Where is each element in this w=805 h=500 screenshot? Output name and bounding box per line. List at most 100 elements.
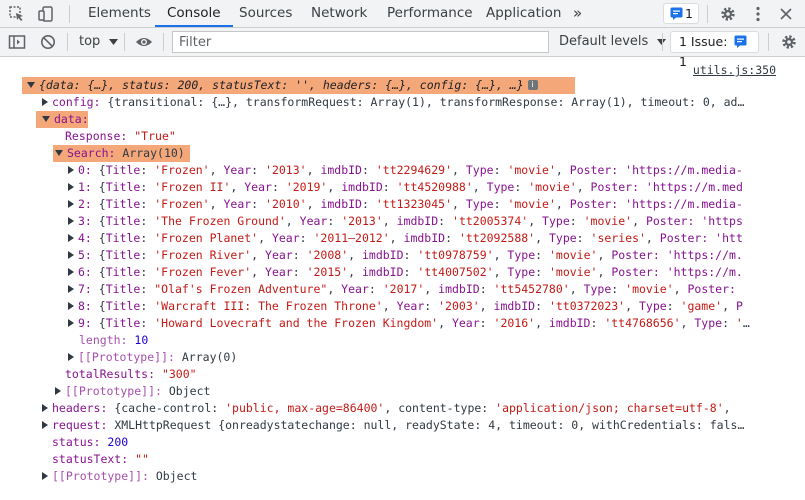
log-summary: {data: {…}, status: 200, statusText: '',… (39, 78, 524, 92)
collapse-triangle-icon[interactable] (68, 352, 74, 361)
collapse-triangle-icon[interactable] (68, 318, 74, 327)
search-item-row[interactable]: 7: {Title: "Olaf's Frozen Adventure", Ye… (0, 281, 805, 298)
item-tail: Poster: 'https://m. (611, 265, 743, 279)
clear-console-icon[interactable] (39, 33, 57, 51)
key-headers: headers: (52, 401, 108, 415)
search-item-row[interactable]: 3: {Title: 'The Frozen Ground', Year: '2… (0, 213, 805, 230)
search-item-row[interactable]: 1: {Title: 'Frozen II', Year: '2019', im… (0, 179, 805, 196)
collapse-triangle-icon[interactable] (68, 216, 74, 225)
issues-badge[interactable]: 1 (663, 3, 699, 24)
value-total-results: "300" (161, 367, 197, 381)
context-selector[interactable]: top (79, 34, 119, 49)
collapse-triangle-icon[interactable] (68, 250, 74, 259)
key-status: status: (52, 435, 101, 449)
collapse-triangle-icon[interactable] (42, 403, 48, 412)
collapse-triangle-icon[interactable] (68, 199, 74, 208)
collapse-triangle-icon[interactable] (68, 284, 74, 293)
expand-triangle-icon[interactable] (55, 149, 63, 156)
item-index: 6: (78, 265, 92, 279)
message-icon (670, 7, 683, 20)
item-imdb: 'tt4520988' (396, 180, 473, 194)
tree-row-request[interactable]: request: XMLHttpRequest {onreadystatecha… (0, 417, 805, 434)
expand-triangle-icon[interactable] (42, 115, 50, 122)
item-title: 'Frozen II' (154, 180, 231, 194)
item-index: 4: (78, 231, 92, 245)
tab-elements[interactable]: Elements (88, 0, 151, 27)
expand-triangle-icon[interactable] (27, 81, 35, 88)
log-summary-row[interactable]: {data: {…}, status: 200, statusText: '',… (0, 77, 805, 94)
tab-separator (69, 5, 70, 23)
collapse-triangle-icon[interactable] (68, 301, 74, 310)
collapse-triangle-icon[interactable] (42, 420, 48, 429)
tree-row-search[interactable]: Search: Array(10) (0, 145, 805, 162)
tab-sources[interactable]: Sources (239, 0, 292, 27)
item-year: '2003' (438, 299, 480, 313)
item-title: 'Frozen' (154, 163, 210, 177)
search-item-row[interactable]: 2: {Title: 'Frozen', Year: '2010', imdbI… (0, 196, 805, 213)
tree-row-prototype-array[interactable]: [[Prototype]]: Array(0) (0, 349, 805, 366)
inspect-element-icon[interactable] (8, 5, 26, 23)
device-toolbar-icon[interactable] (37, 5, 55, 23)
close-icon[interactable] (777, 5, 795, 23)
tree-row-prototype-root[interactable]: [[Prototype]]: Object (0, 468, 805, 485)
item-imdb: 'tt0978759' (417, 248, 494, 262)
collapse-triangle-icon[interactable] (68, 182, 74, 191)
tree-row-data[interactable]: data: (0, 111, 805, 128)
item-type: 'movie' (548, 248, 598, 262)
issues-button[interactable]: 1 Issue: 1 (670, 31, 759, 69)
value-status: 200 (107, 435, 129, 449)
toolbar-separator (662, 33, 663, 51)
key-total-results: totalResults: (65, 367, 156, 381)
search-item-row[interactable]: 0: {Title: 'Frozen', Year: '2013', imdbI… (0, 162, 805, 179)
source-link[interactable]: utils.js:350 (693, 63, 776, 77)
value-request: XMLHttpRequest {onreadystatechange: null… (114, 418, 745, 432)
tree-row-status: status: 200 (0, 434, 805, 451)
collapse-triangle-icon[interactable] (68, 267, 74, 276)
collapse-triangle-icon[interactable] (68, 233, 74, 242)
tree-row-prototype-object[interactable]: [[Prototype]]: Object (0, 383, 805, 400)
value-config: {transitional: {…}, transformRequest: Ar… (107, 95, 745, 109)
search-item-row[interactable]: 4: {Title: 'Frozen Planet', Year: '2011–… (0, 230, 805, 247)
collapse-triangle-icon[interactable] (55, 386, 61, 395)
tree-row-headers[interactable]: headers: {cache-control: 'public, max-ag… (0, 400, 805, 417)
settings-gear-icon[interactable] (719, 5, 737, 23)
tree-row-config[interactable]: config: {transitional: {…}, transformReq… (0, 94, 805, 111)
item-imdb: 'tt5452780' (493, 282, 570, 296)
collapse-triangle-icon[interactable] (68, 165, 74, 174)
search-item-row[interactable]: 8: {Title: 'Warcraft III: The Frozen Thr… (0, 298, 805, 315)
item-title: 'Howard Lovecraft and the Frozen Kingdom… (154, 316, 439, 330)
item-index: 2: (78, 197, 92, 211)
console-settings-gear-icon[interactable] (780, 33, 798, 51)
eye-icon[interactable] (135, 33, 153, 51)
tab-network[interactable]: Network (311, 0, 367, 27)
item-index: 9: (78, 316, 92, 330)
info-icon[interactable]: i (527, 79, 538, 90)
issues-label: 1 Issue: (679, 34, 728, 49)
collapse-triangle-icon[interactable] (42, 471, 48, 480)
context-label: top (79, 34, 101, 49)
more-options-icon[interactable] (749, 5, 767, 23)
toolbar-separator (67, 33, 68, 51)
more-tabs-button[interactable]: » (573, 0, 582, 27)
tab-performance[interactable]: Performance (387, 0, 473, 27)
item-type: 'movie' (583, 214, 633, 228)
value-length: 10 (134, 333, 149, 347)
sidebar-toggle-icon[interactable] (8, 33, 26, 51)
console-output: utils.js:350 {data: {…}, status: 200, st… (0, 57, 805, 500)
collapse-triangle-icon[interactable] (42, 97, 48, 106)
tab-separator (707, 5, 708, 23)
item-title: "Olaf's Frozen Adventure" (154, 282, 328, 296)
item-tail: Poster: 'https (645, 214, 743, 228)
tab-console[interactable]: Console (155, 0, 233, 27)
search-item-row[interactable]: 9: {Title: 'Howard Lovecraft and the Fro… (0, 315, 805, 332)
search-item-row[interactable]: 5: {Title: 'Frozen River', Year: '2008',… (0, 247, 805, 264)
item-title: 'Frozen River' (154, 248, 252, 262)
filter-input[interactable] (172, 31, 549, 53)
log-levels-dropdown[interactable]: Default levels (559, 34, 667, 49)
headers-content-type: 'application/json; charset=utf-8' (495, 401, 724, 415)
item-tail: Poster: 'https://m.med (590, 180, 743, 194)
search-item-row[interactable]: 6: {Title: 'Frozen Fever', Year: '2015',… (0, 264, 805, 281)
item-year: '2013' (341, 214, 383, 228)
item-imdb: 'tt4768656' (604, 316, 681, 330)
tab-application[interactable]: Application (486, 0, 561, 27)
